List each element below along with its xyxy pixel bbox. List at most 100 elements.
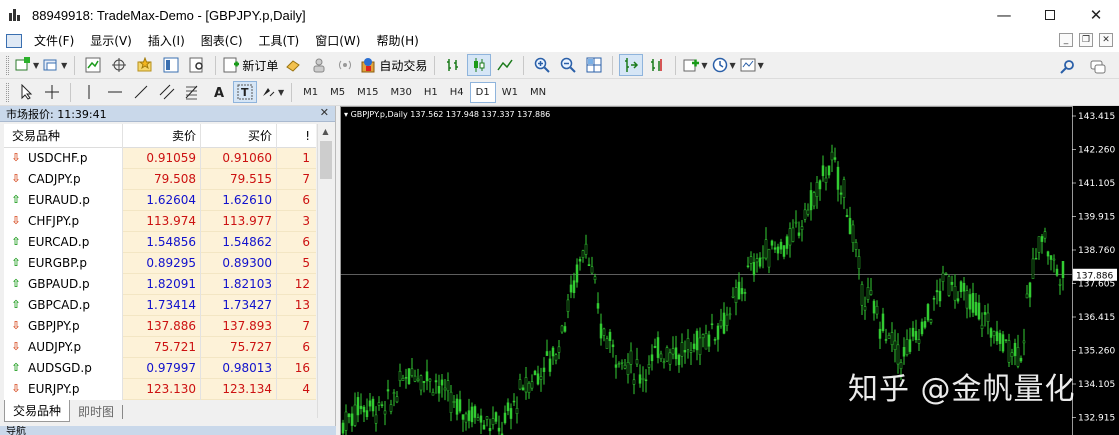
symbol-cell[interactable]: ⇩ GBPJPY.p <box>4 315 123 337</box>
symbol-cell[interactable]: ⇧ EURGBP.p <box>4 252 123 274</box>
text-tool-button[interactable]: A <box>207 81 231 103</box>
trend-line-button[interactable] <box>129 81 153 103</box>
data-window-button[interactable] <box>107 54 131 76</box>
table-row[interactable]: ⇧ EURAUD.p 1.62604 1.62610 6 <box>4 189 316 211</box>
maximize-button[interactable] <box>1027 0 1073 30</box>
new-order-button[interactable]: 新订单 <box>222 54 279 76</box>
line-chart-button[interactable] <box>493 54 517 76</box>
scroll-up-icon[interactable]: ▲ <box>318 124 333 140</box>
timeframe-h1[interactable]: H1 <box>418 82 444 103</box>
menu-insert[interactable]: 插入(I) <box>140 30 193 52</box>
toolbar-grip[interactable] <box>6 82 9 102</box>
menu-window[interactable]: 窗口(W) <box>307 30 368 52</box>
symbol-cell[interactable]: ⇧ EURCAD.p <box>4 231 123 253</box>
table-row[interactable]: ⇩ CHFJPY.p 113.974 113.977 3 <box>4 210 316 232</box>
auto-trading-button[interactable]: 自动交易 <box>359 54 428 76</box>
table-row[interactable]: ⇩ AUDJPY.p 75.721 75.727 6 <box>4 336 316 358</box>
auto-scroll-button[interactable] <box>619 54 644 76</box>
templates-button[interactable]: ▼ <box>739 54 765 76</box>
symbol-cell[interactable]: ⇧ GBPAUD.p <box>4 273 123 295</box>
vertical-scrollbar[interactable]: ▲ <box>317 124 333 418</box>
symbol-cell[interactable]: ⇩ EURJPY.p <box>4 378 123 400</box>
table-row[interactable]: ⇩ USDCHF.p 0.91059 0.91060 1 <box>4 147 316 169</box>
crosshair-tool-button[interactable] <box>40 81 64 103</box>
new-chart-button[interactable]: ▼ <box>14 54 40 76</box>
timeframe-m30[interactable]: M30 <box>385 82 418 103</box>
chart-shift-button[interactable] <box>645 54 669 76</box>
tab-tick-chart[interactable]: 即时图 <box>70 402 122 422</box>
zoom-out-button[interactable] <box>556 54 580 76</box>
spread-cell: 12 <box>294 276 310 291</box>
timeframe-mn[interactable]: MN <box>524 82 552 103</box>
candle-body <box>410 368 414 376</box>
arrows-button[interactable]: ▼ <box>259 81 285 103</box>
table-row[interactable]: ⇩ CADJPY.p 79.508 79.515 7 <box>4 168 316 190</box>
child-close-button[interactable]: ✕ <box>1099 33 1113 47</box>
bar-chart-button[interactable] <box>441 54 465 76</box>
column-bid[interactable]: 卖价 <box>123 123 201 148</box>
timeframe-d1[interactable]: D1 <box>469 81 496 103</box>
chat-button[interactable] <box>1086 56 1110 78</box>
toolbar-grip[interactable] <box>6 55 9 75</box>
menu-view[interactable]: 显示(V) <box>82 30 140 52</box>
fibonacci-button[interactable] <box>181 81 205 103</box>
table-row[interactable]: ⇧ GBPAUD.p 1.82091 1.82103 12 <box>4 273 316 295</box>
profiles-button[interactable]: ▼ <box>42 54 68 76</box>
menu-help[interactable]: 帮助(H) <box>368 30 426 52</box>
equidistant-channel-button[interactable] <box>155 81 179 103</box>
strategy-tester-button[interactable] <box>185 54 209 76</box>
indicators-button[interactable]: ▼ <box>682 54 708 76</box>
candle-body <box>380 404 384 406</box>
zoom-in-button[interactable] <box>530 54 554 76</box>
search-button[interactable] <box>1056 56 1080 78</box>
signals-button[interactable] <box>333 54 357 76</box>
symbol-cell[interactable]: ⇩ CADJPY.p <box>4 168 123 190</box>
periods-button[interactable]: ▼ <box>711 54 737 76</box>
experts-button[interactable] <box>307 54 331 76</box>
scroll-thumb[interactable] <box>320 141 332 179</box>
symbol-cell[interactable]: ⇧ EURAUD.p <box>4 189 123 211</box>
symbol-cell[interactable]: ⇩ USDCHF.p <box>4 147 123 169</box>
timeframe-w1[interactable]: W1 <box>496 82 524 103</box>
candle-body <box>995 331 999 342</box>
timeframe-m15[interactable]: M15 <box>351 82 384 103</box>
table-row[interactable]: ⇧ GBPCAD.p 1.73414 1.73427 13 <box>4 294 316 316</box>
table-row[interactable]: ⇧ EURGBP.p 0.89295 0.89300 5 <box>4 252 316 274</box>
column-symbol[interactable]: 交易品种 <box>4 123 123 148</box>
timeframe-h4[interactable]: H4 <box>444 82 470 103</box>
navigator-button[interactable] <box>133 54 157 76</box>
table-row[interactable]: ⇩ GBPJPY.p 137.886 137.893 7 <box>4 315 316 337</box>
terminal-button[interactable] <box>159 54 183 76</box>
chart-window-icon[interactable] <box>6 34 22 48</box>
table-row[interactable]: ⇧ AUDSGD.p 0.97997 0.98013 16 <box>4 357 316 379</box>
price-chart[interactable]: 143.415 142.260 141.105 139.915 138.760 137.6… <box>340 106 1119 435</box>
close-icon[interactable]: ✕ <box>320 106 329 119</box>
text-label-button[interactable]: T <box>233 81 257 103</box>
timeframe-m1[interactable]: M1 <box>297 82 324 103</box>
market-watch-toggle-button[interactable] <box>81 54 105 76</box>
symbol-cell[interactable]: ⇧ GBPCAD.p <box>4 294 123 316</box>
cursor-tool-button[interactable] <box>14 81 38 103</box>
symbol-cell[interactable]: ⇩ CHFJPY.p <box>4 210 123 232</box>
child-restore-button[interactable]: ❐ <box>1079 33 1093 47</box>
table-row[interactable]: ⇩ EURJPY.p 123.130 123.134 4 <box>4 378 316 400</box>
column-ask[interactable]: 买价 <box>201 123 277 148</box>
child-minimize-button[interactable]: _ <box>1059 33 1073 47</box>
column-spread[interactable]: ! <box>277 124 316 148</box>
horizontal-line-button[interactable] <box>103 81 127 103</box>
table-row[interactable]: ⇧ EURCAD.p 1.54856 1.54862 6 <box>4 231 316 253</box>
menu-charts[interactable]: 图表(C) <box>193 30 251 52</box>
metaeditor-button[interactable] <box>281 54 305 76</box>
tile-windows-button[interactable] <box>582 54 606 76</box>
tab-symbols[interactable]: 交易品种 <box>4 400 71 422</box>
menu-file[interactable]: 文件(F) <box>26 30 82 52</box>
symbol-cell[interactable]: ⇩ AUDJPY.p <box>4 336 123 358</box>
close-button[interactable]: ✕ <box>1073 0 1119 30</box>
candle-body <box>890 332 894 346</box>
candlestick-button[interactable] <box>467 54 492 76</box>
vertical-line-button[interactable] <box>77 81 101 103</box>
menu-tools[interactable]: 工具(T) <box>251 30 308 52</box>
timeframe-m5[interactable]: M5 <box>324 82 351 103</box>
symbol-cell[interactable]: ⇧ AUDSGD.p <box>4 357 123 379</box>
minimize-button[interactable]: — <box>981 0 1027 30</box>
